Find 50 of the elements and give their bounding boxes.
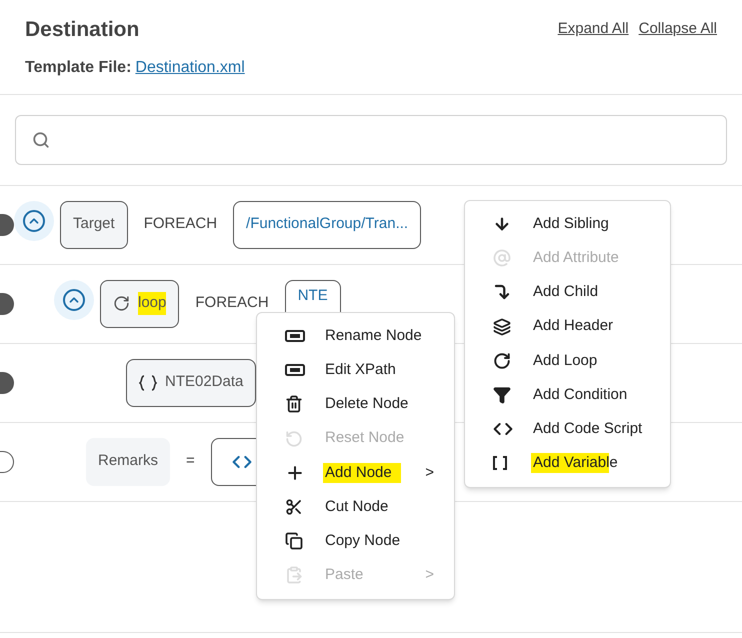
node-chip[interactable]: NTE02Data [126, 358, 256, 406]
drag-handle-icon[interactable] [0, 214, 14, 236]
menu-item[interactable]: Copy Node [257, 524, 454, 558]
menu-item[interactable]: Add Loop [465, 344, 670, 378]
loop-icon [493, 352, 511, 370]
reset-icon [285, 430, 303, 448]
rename-icon [285, 364, 305, 376]
filter-icon [493, 386, 511, 404]
menu-item[interactable]: Add Condition [465, 378, 670, 412]
brackets-icon [493, 456, 507, 470]
template-label: Template File: [25, 58, 132, 78]
menu-item[interactable]: Add Child [465, 275, 670, 310]
toggle-all-link[interactable]: Expand All [558, 18, 629, 40]
submenu-arrow: > [425, 565, 434, 586]
drag-handle-icon[interactable] [0, 372, 14, 394]
node-chip[interactable]: Remarks [86, 438, 170, 486]
search-field[interactable] [15, 114, 727, 164]
node-chip[interactable]: Target [60, 200, 128, 248]
collapse-toggle[interactable] [54, 280, 94, 320]
collapse-toggle[interactable] [14, 200, 54, 240]
at-sign-icon [493, 249, 511, 268]
submenu-arrow: > [425, 462, 434, 483]
corner-arrow-icon [493, 283, 511, 302]
drag-handle-icon[interactable] [0, 450, 14, 472]
layers-icon [493, 318, 511, 336]
panel-title: Destination [25, 17, 140, 43]
search-icon [32, 130, 50, 148]
menu-item[interactable]: Add Sibling [465, 207, 670, 242]
clipboard-icon [285, 566, 303, 584]
xpath-field[interactable]: /FunctionalGroup/Tran... [233, 200, 422, 248]
operator-label: = [185, 451, 196, 472]
operator-label: FOREACH [194, 293, 270, 314]
menu-item[interactable]: Delete Node [257, 387, 454, 422]
scissors-icon [285, 498, 303, 516]
trash-icon [285, 395, 303, 414]
copy-icon [285, 532, 303, 550]
operator-label: FOREACH [142, 214, 218, 234]
arrow-down-icon [493, 215, 511, 234]
loop-icon [113, 295, 130, 312]
menu-item[interactable]: Edit XPath [257, 353, 454, 388]
template-file-link[interactable]: Destination.xml [135, 56, 245, 80]
menu-item[interactable]: Add Header [465, 310, 670, 344]
drag-handle-icon[interactable] [0, 292, 14, 314]
rename-icon [285, 330, 305, 342]
menu-item[interactable]: Add Code Script [465, 412, 670, 446]
braces-icon [139, 374, 157, 390]
node-chip[interactable]: loop [100, 280, 180, 328]
menu-item[interactable]: Cut Node [257, 490, 454, 524]
toggle-all-link[interactable]: Collapse All [638, 18, 717, 40]
menu-item[interactable]: Add Node > [257, 456, 454, 490]
